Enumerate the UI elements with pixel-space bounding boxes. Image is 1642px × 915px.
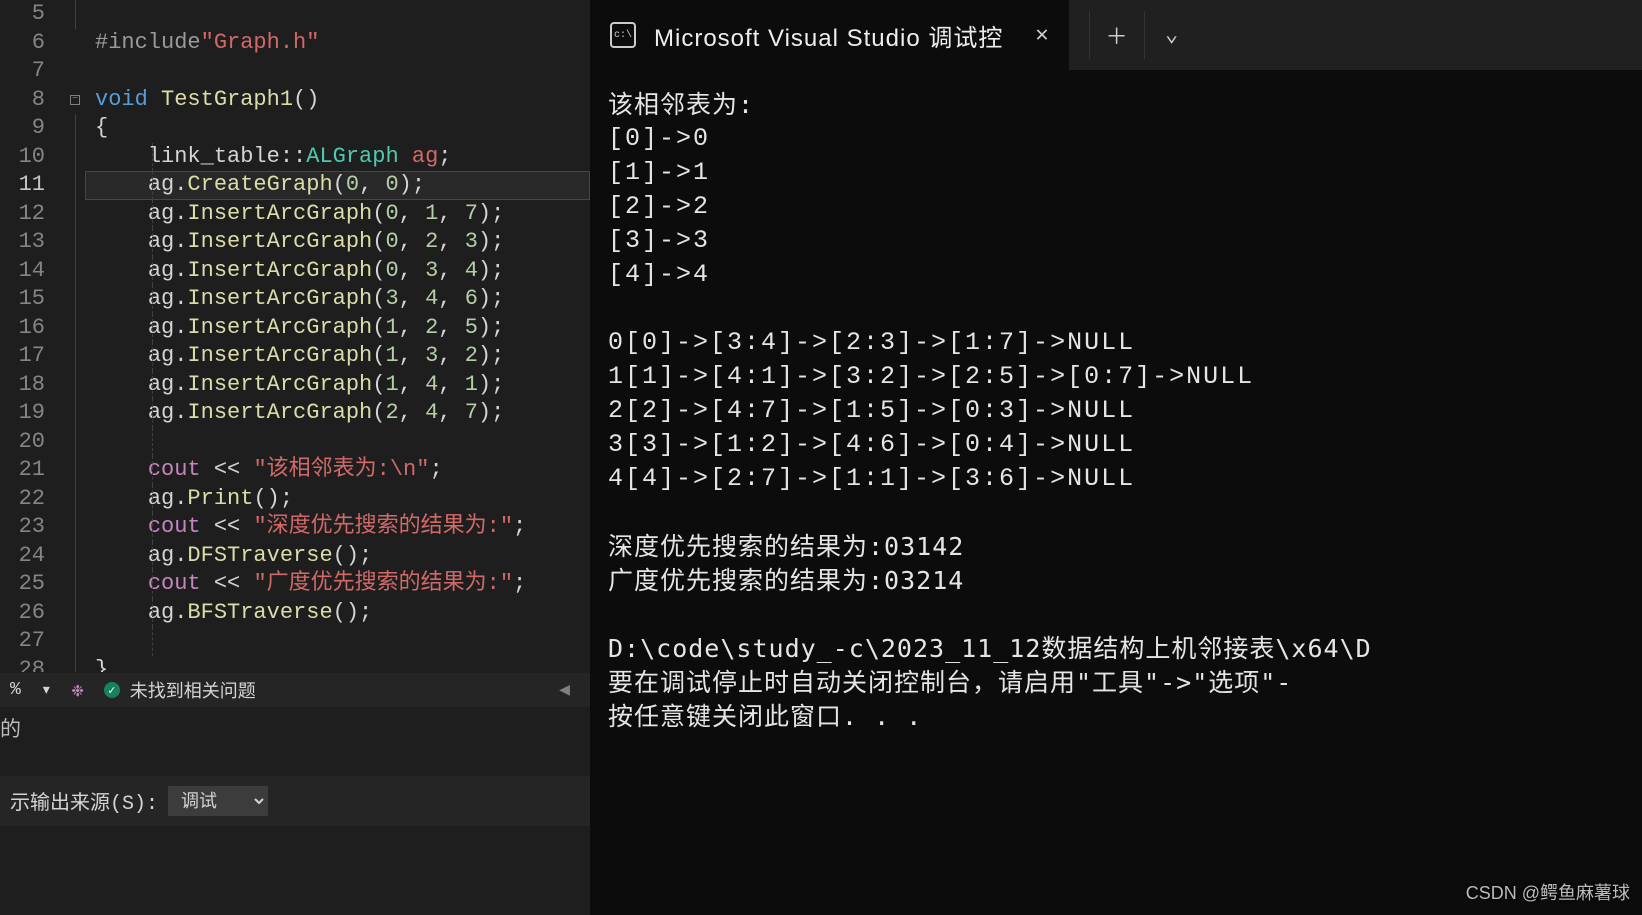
zoom-dropdown-icon[interactable]: ▾ [31, 673, 62, 707]
code-line[interactable]: ag.InsertArcGraph(0, 3, 4); [95, 257, 504, 286]
terminal-line: [3]->3 [608, 224, 1642, 258]
watermark: CSDN @鳄鱼麻薯球 [1466, 879, 1630, 905]
code-line[interactable]: ag.CreateGraph(0, 0); [95, 171, 425, 200]
code-line[interactable]: ag.InsertArcGraph(0, 2, 3); [95, 228, 504, 257]
code-line[interactable]: ag.Print(); [95, 485, 293, 514]
line-number: 21 [0, 456, 45, 485]
terminal-line: D:\code\study_-c\2023_11_12数据结构上机邻接表\x64… [608, 632, 1642, 666]
debug-console-window: c:\ Microsoft Visual Studio 调试控 ✕ ＋ ⌄ 该相… [590, 0, 1642, 915]
tab-dropdown-button[interactable]: ⌄ [1144, 11, 1199, 59]
line-number: 5 [0, 0, 45, 29]
terminal-line [608, 598, 1642, 632]
terminal-tab-actions: ＋ ⌄ [1089, 11, 1199, 59]
new-tab-button[interactable]: ＋ [1089, 11, 1144, 59]
scroll-left-icon[interactable]: ◀ [539, 679, 590, 701]
line-number: 8 [0, 86, 45, 115]
line-number: 7 [0, 57, 45, 86]
output-source-label: 示输出来源(S): [0, 786, 168, 816]
issues-text: 未找到相关问题 [130, 677, 256, 703]
code-line[interactable]: link_table::ALGraph ag; [95, 143, 451, 172]
code-line[interactable]: ag.InsertArcGraph(2, 4, 7); [95, 399, 504, 428]
code-line[interactable]: ag.InsertArcGraph(3, 4, 6); [95, 285, 504, 314]
terminal-titlebar[interactable]: c:\ Microsoft Visual Studio 调试控 ✕ ＋ ⌄ [590, 0, 1642, 70]
code-line[interactable]: void TestGraph1() [95, 86, 319, 115]
line-number: 9 [0, 114, 45, 143]
line-number: 10 [0, 143, 45, 172]
close-icon[interactable]: ✕ [1021, 22, 1048, 48]
terminal-line: [0]->0 [608, 122, 1642, 156]
terminal-line: 2[2]->[4:7]->[1:5]->[0:3]->NULL [608, 394, 1642, 428]
code-line[interactable]: ag.InsertArcGraph(1, 3, 2); [95, 342, 504, 371]
terminal-line: 按任意键关闭此窗口. . . [608, 700, 1642, 734]
check-icon: ✓ [104, 682, 120, 698]
code-line[interactable]: cout << "该相邻表为:\n"; [95, 456, 443, 485]
terminal-line: [4]->4 [608, 258, 1642, 292]
line-number: 11 [0, 171, 45, 200]
fold-toggle-icon[interactable]: − [70, 95, 80, 105]
line-number: 23 [0, 513, 45, 542]
code-line[interactable]: ag.BFSTraverse(); [95, 599, 372, 628]
line-number: 26 [0, 599, 45, 628]
line-number: 16 [0, 314, 45, 343]
fold-column[interactable]: − [65, 0, 85, 672]
output-panel-header: 示输出来源(S): 调试 [0, 776, 590, 826]
terminal-line [608, 496, 1642, 530]
line-number: 25 [0, 570, 45, 599]
code-line[interactable]: cout << "深度优先搜索的结果为:"; [95, 513, 526, 542]
line-number: 13 [0, 228, 45, 257]
line-number: 20 [0, 428, 45, 457]
terminal-line: 要在调试停止时自动关闭控制台，请启用"工具"->"选项"- [608, 666, 1642, 700]
line-number: 18 [0, 371, 45, 400]
partial-panel: 的 [0, 707, 590, 776]
terminal-line [608, 292, 1642, 326]
terminal-tab[interactable]: c:\ Microsoft Visual Studio 调试控 ✕ [590, 0, 1069, 70]
terminal-line: 1[1]->[4:1]->[3:2]->[2:5]->[0:7]->NULL [608, 360, 1642, 394]
partial-text: 的 [0, 720, 21, 743]
terminal-line: 4[4]->[2:7]->[1:1]->[3:6]->NULL [608, 462, 1642, 496]
line-number: 14 [0, 257, 45, 286]
line-number: 12 [0, 200, 45, 229]
terminal-output[interactable]: 该相邻表为:[0]->0[1]->1[2]->2[3]->3[4]->4 0[0]… [590, 70, 1642, 915]
line-number: 19 [0, 399, 45, 428]
chevron-down-icon: ⌄ [1165, 22, 1178, 48]
terminal-tab-title: Microsoft Visual Studio 调试控 [654, 18, 1003, 53]
terminal-line: 3[3]->[1:2]->[4:6]->[0:4]->NULL [608, 428, 1642, 462]
terminal-line: [2]->2 [608, 190, 1642, 224]
issues-indicator[interactable]: ✓ 未找到相关问题 [94, 673, 266, 707]
code-line[interactable]: #include"Graph.h" [95, 29, 319, 58]
line-number: 6 [0, 29, 45, 58]
editor-status-bar: % ▾ ❉ ✓ 未找到相关问题 ◀ [0, 672, 590, 707]
cmd-icon: c:\ [610, 22, 636, 48]
code-line[interactable]: ag.InsertArcGraph(0, 1, 7); [95, 200, 504, 229]
code-line[interactable]: ag.InsertArcGraph(1, 4, 1); [95, 371, 504, 400]
code-editor-pane: 5678910111213141516171819202122232425262… [0, 0, 590, 915]
line-number: 24 [0, 542, 45, 571]
terminal-line: [1]->1 [608, 156, 1642, 190]
line-number: 15 [0, 285, 45, 314]
terminal-line: 广度优先搜索的结果为:03214 [608, 564, 1642, 598]
terminal-line: 深度优先搜索的结果为:03142 [608, 530, 1642, 564]
terminal-line: 该相邻表为: [608, 88, 1642, 122]
code-line[interactable]: cout << "广度优先搜索的结果为:"; [95, 570, 526, 599]
zoom-indicator[interactable]: % [0, 673, 31, 707]
line-number: 22 [0, 485, 45, 514]
code-line[interactable]: { [95, 114, 108, 143]
line-number: 27 [0, 627, 45, 656]
line-number: 17 [0, 342, 45, 371]
intellicode-icon[interactable]: ❉ [62, 673, 94, 707]
code-line[interactable]: ag.DFSTraverse(); [95, 542, 372, 571]
line-number-gutter: 5678910111213141516171819202122232425262… [0, 0, 65, 672]
output-source-select[interactable]: 调试 [168, 786, 268, 816]
code-content[interactable]: #include"Graph.h" void TestGraph1(){ link… [85, 0, 590, 672]
terminal-line: 0[0]->[3:4]->[2:3]->[1:7]->NULL [608, 326, 1642, 360]
code-area[interactable]: 5678910111213141516171819202122232425262… [0, 0, 590, 672]
code-line[interactable]: ag.InsertArcGraph(1, 2, 5); [95, 314, 504, 343]
